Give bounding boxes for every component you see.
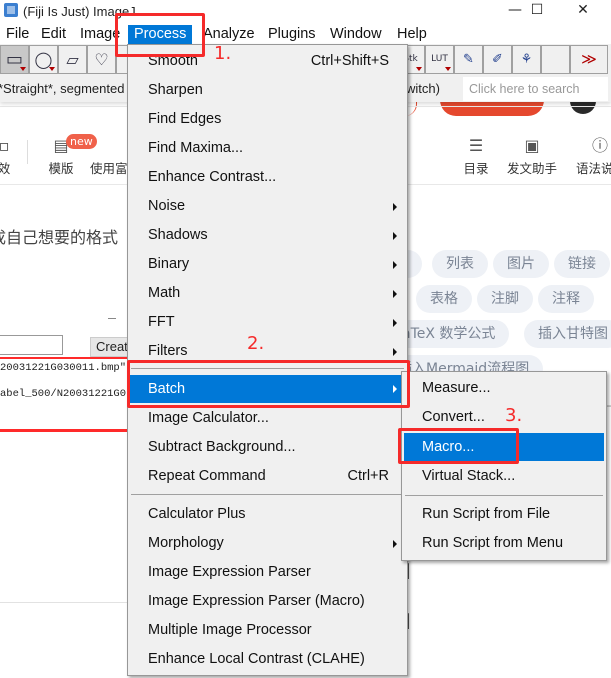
close-button[interactable]: ✕: [560, 0, 606, 22]
toolbar-item-toc[interactable]: ☰ 目录: [460, 134, 492, 177]
menu-item-measure[interactable]: Measure...: [404, 375, 604, 401]
menu-item-noise[interactable]: Noise: [130, 193, 405, 219]
annotation-box-batch: [127, 360, 410, 408]
submenu-arrow-icon: [393, 290, 397, 298]
flood-fill-icon: ⚘: [520, 52, 533, 67]
submenu-arrow-icon: [393, 348, 397, 356]
annotation-box-process: [115, 13, 205, 57]
shortcut-label: Ctrl+Shift+S: [310, 53, 389, 69]
menu-item-convert[interactable]: Convert...: [404, 404, 604, 430]
status-text-right: witch): [406, 81, 440, 96]
menu-separator: [405, 495, 603, 496]
brush-icon: ✐: [492, 52, 503, 67]
flood-fill-tool[interactable]: ⚘: [512, 45, 541, 74]
brush-tool[interactable]: ✐: [483, 45, 512, 74]
toolbar-separator: [27, 140, 28, 164]
chip-gantt[interactable]: 插入甘特图: [524, 320, 611, 348]
name-input[interactable]: [0, 335, 63, 355]
menu-item-calculator-plus[interactable]: Calculator Plus: [130, 501, 405, 527]
menu-plugins[interactable]: Plugins: [262, 25, 322, 44]
submenu-arrow-icon: [393, 203, 397, 211]
chip-link[interactable]: 链接: [554, 250, 610, 278]
menu-analyze[interactable]: Analyze: [197, 25, 261, 44]
menu-item-binary[interactable]: Binary: [130, 251, 405, 277]
menu-window[interactable]: Window: [324, 25, 388, 44]
more-tools-button[interactable]: ≫: [570, 45, 608, 74]
status-text: *Straight*, segmented: [0, 81, 125, 96]
chip-list[interactable]: 列表: [432, 250, 488, 278]
menu-item-run-script-from-file[interactable]: Run Script from File: [404, 501, 604, 527]
submenu-arrow-icon: [393, 232, 397, 240]
menu-item-math[interactable]: Math: [130, 280, 405, 306]
annotation-step-1: 1.: [214, 43, 232, 64]
freehand-tool[interactable]: ♡: [87, 45, 116, 74]
search-input[interactable]: Click here to search: [463, 77, 608, 101]
content-heading: 成自己想要的格式: [0, 228, 119, 247]
help-icon: ⓘ: [592, 136, 609, 155]
toolbar-item-syntax-help[interactable]: ⓘ 语法说: [576, 134, 611, 177]
submenu-arrow-icon: [393, 261, 397, 269]
menu-edit[interactable]: Edit: [35, 25, 72, 44]
chip-footnote[interactable]: 注脚: [477, 285, 533, 313]
toc-icon: ☰: [468, 136, 484, 155]
polygon-tool[interactable]: ▱: [58, 45, 87, 74]
annotation-line: [0, 357, 128, 359]
create-button[interactable]: Create: [90, 337, 130, 357]
maximize-button[interactable]: ☐: [514, 0, 560, 22]
lut-tool[interactable]: LUT: [425, 45, 454, 74]
pencil-tool[interactable]: ✎: [454, 45, 483, 74]
toolbar-item-assistant[interactable]: ▣ 发文助手: [504, 134, 560, 177]
fiji-app-icon: [4, 3, 18, 17]
menu-item-subtract-background[interactable]: Subtract Background...: [130, 434, 405, 460]
rectangle-tool[interactable]: ▭: [0, 45, 29, 74]
submenu-arrow-icon: [393, 319, 397, 327]
annotation-line: [0, 429, 128, 432]
menu-separator: [131, 494, 404, 495]
menu-item-virtual-stack[interactable]: Virtual Stack...: [404, 463, 604, 489]
code-line-1: 20031221G030011.bmp": [0, 362, 127, 374]
menu-item-shadows[interactable]: Shadows: [130, 222, 405, 248]
menu-item-image-expression-parser-macro[interactable]: Image Expression Parser (Macro): [130, 588, 405, 614]
batch-submenu: Measure... Convert... Macro... Virtual S…: [401, 371, 607, 561]
shortcut-label: Ctrl+R: [347, 468, 390, 484]
menu-item-image-expression-parser[interactable]: Image Expression Parser: [130, 559, 405, 585]
menu-item-repeat-command[interactable]: Repeat Command Ctrl+R: [130, 463, 405, 489]
user-avatar[interactable]: [570, 100, 596, 114]
menu-bar: File Edit Image Process Analyze Plugins …: [0, 22, 611, 44]
annotation-box-macro: [398, 428, 519, 464]
menu-item-find-edges[interactable]: Find Edges: [130, 106, 405, 132]
menu-item-enhance-local-contrast[interactable]: Enhance Local Contrast (CLAHE): [130, 646, 405, 672]
annotation-step-2: 2.: [247, 333, 265, 354]
menu-item-enhance-contrast[interactable]: Enhance Contrast...: [130, 164, 405, 190]
toolbar-item-guide[interactable]: 使用富: [90, 134, 130, 177]
menu-item-image-calculator[interactable]: Image Calculator...: [130, 405, 405, 431]
chip-table[interactable]: 表格: [416, 285, 472, 313]
menu-item-multiple-image-processor[interactable]: Multiple Image Processor: [130, 617, 405, 643]
menu-help[interactable]: Help: [391, 25, 433, 44]
chip-comment[interactable]: 注释: [538, 285, 594, 313]
menu-item-find-maxima[interactable]: Find Maxima...: [130, 135, 405, 161]
title-bar: (Fiji Is Just) ImageJ — ☐ ✕: [0, 0, 611, 22]
freehand-icon: ♡: [94, 50, 109, 69]
submenu-arrow-icon: [393, 540, 397, 548]
menu-item-sharpen[interactable]: Sharpen: [130, 77, 405, 103]
menu-item-run-script-from-menu[interactable]: Run Script from Menu: [404, 530, 604, 556]
double-chevron-icon: ≫: [581, 50, 597, 68]
empty-tool-slot[interactable]: [541, 45, 570, 74]
toolbar-fragment-icon: ▫: [0, 136, 10, 155]
chip-image[interactable]: 图片: [493, 250, 549, 278]
polygon-icon: ▱: [66, 50, 79, 69]
pencil-icon: ✎: [463, 52, 474, 67]
annotation-step-3: 3.: [505, 405, 523, 426]
menu-item-morphology[interactable]: Morphology: [130, 530, 405, 556]
oval-tool[interactable]: ◯: [29, 45, 58, 74]
toolbar-item-fragment[interactable]: ▫ 效: [0, 134, 14, 177]
menu-file[interactable]: File: [0, 25, 35, 44]
code-line-2: abel_500/N20031221G0: [0, 388, 127, 400]
assistant-icon: ▣: [524, 136, 540, 155]
publish-button[interactable]: [440, 100, 544, 116]
content-divider: [0, 602, 127, 603]
dash-mark: [108, 318, 116, 319]
menu-item-fft[interactable]: FFT: [130, 309, 405, 335]
